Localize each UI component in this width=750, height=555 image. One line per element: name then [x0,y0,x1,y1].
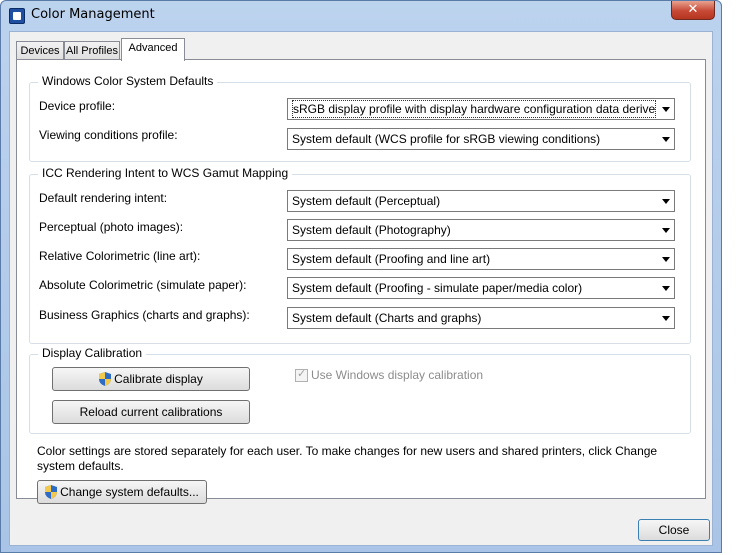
default-intent-select[interactable]: System default (Perceptual) [287,190,675,212]
business-graphics-label: Business Graphics (charts and graphs): [39,308,250,322]
icc-rendering-legend: ICC Rendering Intent to WCS Gamut Mappin… [38,166,293,180]
relative-colorimetric-label: Relative Colorimetric (line art): [39,249,201,263]
absolute-colorimetric-value: System default (Proofing - simulate pape… [292,281,583,295]
dropdown-arrow-icon [662,257,670,262]
calibrate-display-label: Calibrate display [114,372,203,386]
device-profile-select[interactable]: sRGB display profile with display hardwa… [287,98,675,120]
dropdown-arrow-icon [662,107,670,112]
dialog-client-area: Devices All Profiles Advanced Windows Co… [9,31,713,546]
reload-calibrations-label: Reload current calibrations [79,405,223,419]
tab-advanced[interactable]: Advanced [121,38,185,61]
perceptual-label: Perceptual (photo images): [39,220,184,234]
perceptual-value: System default (Photography) [292,223,451,237]
dropdown-arrow-icon [662,316,670,321]
viewing-conditions-value: System default (WCS profile for sRGB vie… [292,132,601,146]
calibrate-display-button[interactable]: Calibrate display [52,367,250,391]
wcs-defaults-legend: Windows Color System Defaults [38,74,218,88]
display-calibration-legend: Display Calibration [38,346,147,360]
reload-calibrations-button[interactable]: Reload current calibrations [52,400,250,424]
dropdown-arrow-icon [662,286,670,291]
advanced-tab-panel: Windows Color System Defaults Device pro… [16,59,706,504]
color-management-icon [9,8,25,24]
close-button[interactable]: Close [638,519,710,541]
change-system-defaults-button[interactable]: Change system defaults... [37,480,207,504]
device-profile-label: Device profile: [39,99,116,113]
dropdown-arrow-icon [662,228,670,233]
viewing-conditions-label: Viewing conditions profile: [39,128,178,142]
change-system-defaults-label: Change system defaults... [60,485,199,499]
uac-shield-icon [99,372,112,386]
info-text: Color settings are stored separately for… [37,444,658,473]
window-title: Color Management [31,7,155,22]
viewing-conditions-select[interactable]: System default (WCS profile for sRGB vie… [287,128,675,150]
checkmark-icon: ✓ [297,367,307,380]
default-intent-value: System default (Perceptual) [292,194,441,208]
dropdown-arrow-icon [662,137,670,142]
color-management-window: Color Management ✕ Devices All Profiles … [0,0,722,553]
business-graphics-select[interactable]: System default (Charts and graphs) [287,307,675,329]
close-icon: ✕ [687,2,699,17]
use-windows-calibration-label: Use Windows display calibration [311,368,484,382]
tab-devices[interactable]: Devices [16,41,64,60]
absolute-colorimetric-label: Absolute Colorimetric (simulate paper): [39,278,247,292]
tab-all-profiles[interactable]: All Profiles [64,41,120,60]
dropdown-arrow-icon [662,199,670,204]
use-windows-calibration-checkbox[interactable]: ✓ [295,367,308,382]
wcs-defaults-group: Windows Color System Defaults [29,74,691,162]
title-bar[interactable]: Color Management ✕ [1,1,721,31]
uac-shield-icon [45,485,58,499]
business-graphics-value: System default (Charts and graphs) [292,311,482,325]
relative-colorimetric-value: System default (Proofing and line art) [292,252,491,266]
title-close-button[interactable]: ✕ [671,1,715,20]
absolute-colorimetric-select[interactable]: System default (Proofing - simulate pape… [287,277,675,299]
relative-colorimetric-select[interactable]: System default (Proofing and line art) [287,248,675,270]
default-intent-label: Default rendering intent: [39,191,168,205]
device-profile-value: sRGB display profile with display hardwa… [292,100,656,118]
perceptual-select[interactable]: System default (Photography) [287,219,675,241]
